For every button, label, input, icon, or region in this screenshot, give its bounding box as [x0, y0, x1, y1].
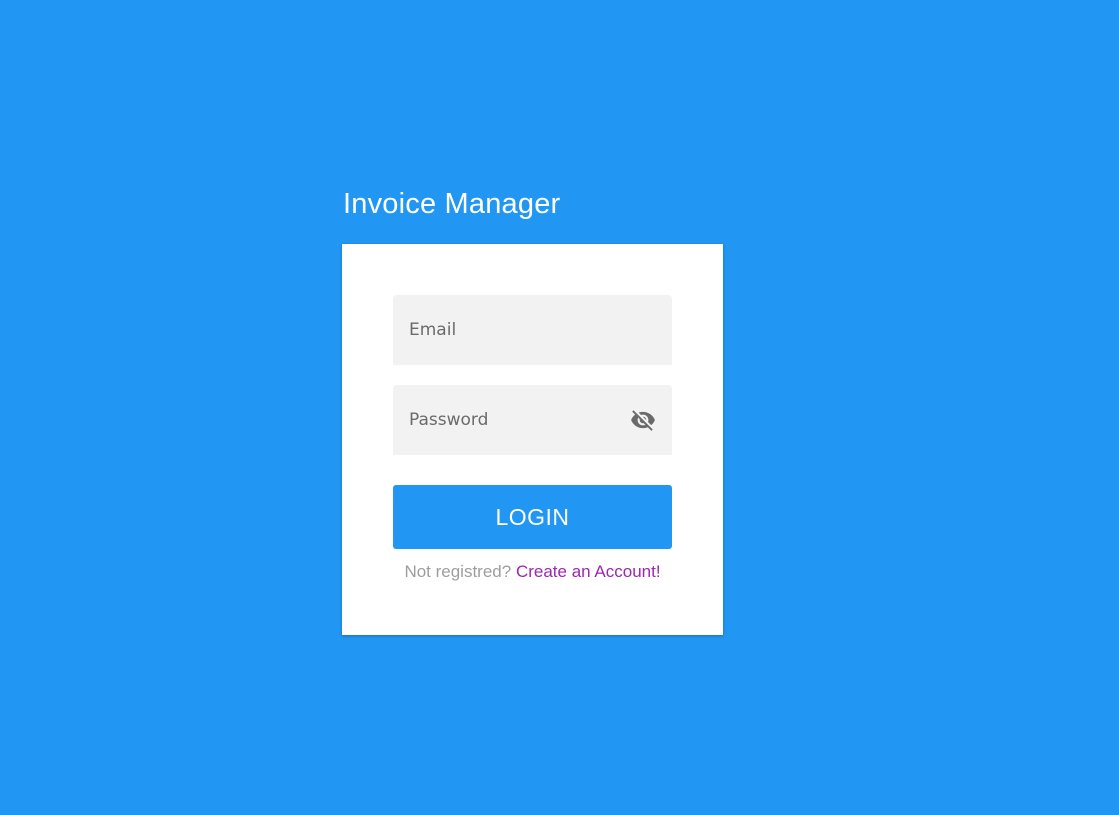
login-card: LOGIN Not registred? Create an Account!: [342, 244, 723, 635]
app-title: Invoice Manager: [343, 188, 561, 220]
register-line: Not registred? Create an Account!: [342, 562, 723, 582]
email-field[interactable]: [393, 295, 672, 365]
register-prompt: Not registred?: [404, 562, 512, 581]
create-account-link[interactable]: Create an Account!: [516, 562, 661, 581]
email-field-container: [393, 295, 672, 365]
login-button[interactable]: LOGIN: [393, 485, 672, 549]
password-field-container: [393, 385, 672, 455]
eye-off-icon[interactable]: [628, 406, 658, 434]
